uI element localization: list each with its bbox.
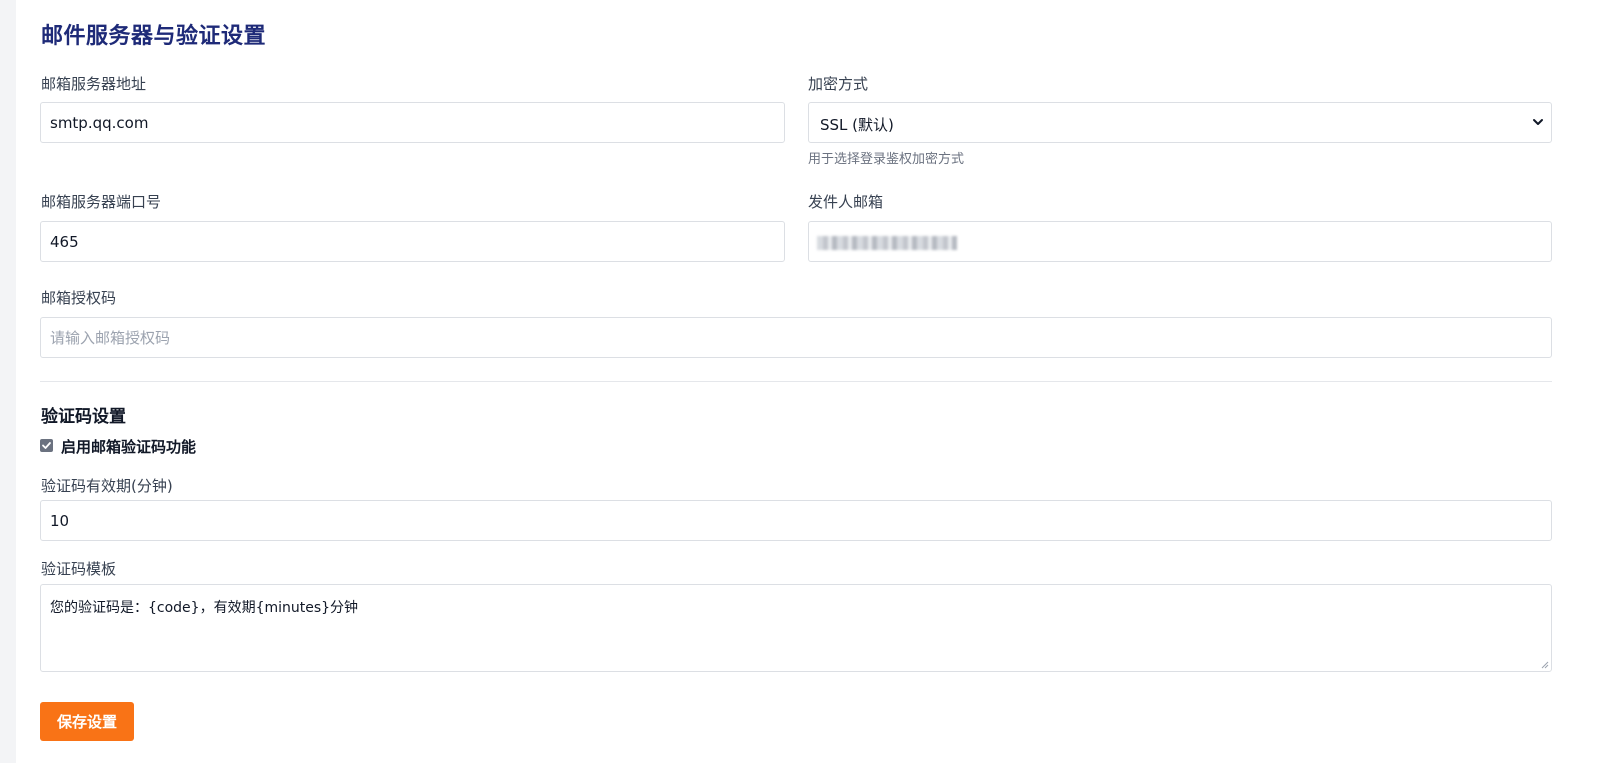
encryption-label: 加密方式 <box>808 75 869 93</box>
chevron-down-icon <box>1533 119 1543 125</box>
smtp-port-input[interactable] <box>40 221 785 262</box>
template-label: 验证码模板 <box>41 560 117 578</box>
sender-email-label: 发件人邮箱 <box>808 193 884 211</box>
enable-verification-checkbox[interactable] <box>40 439 53 452</box>
validity-input[interactable] <box>40 500 1552 541</box>
settings-panel: 邮件服务器与验证设置 邮箱服务器地址 加密方式 SSL (默认) 用于选择登录鉴… <box>16 0 1602 763</box>
smtp-host-input[interactable] <box>40 102 785 143</box>
enable-verification-label[interactable]: 启用邮箱验证码功能 <box>61 436 196 457</box>
smtp-host-label: 邮箱服务器地址 <box>41 75 147 93</box>
encryption-hint: 用于选择登录鉴权加密方式 <box>808 152 965 167</box>
section-divider <box>40 381 1552 382</box>
verification-section-title: 验证码设置 <box>41 407 126 427</box>
encryption-selected-value: SSL (默认) <box>820 116 894 134</box>
checkmark-icon <box>42 442 51 449</box>
page-title: 邮件服务器与验证设置 <box>41 24 267 49</box>
smtp-port-label: 邮箱服务器端口号 <box>41 193 162 211</box>
sender-email-input[interactable] <box>808 221 1552 262</box>
template-textarea[interactable]: 您的验证码是：{code}，有效期{minutes}分钟 <box>40 584 1552 672</box>
template-textarea-value: 您的验证码是：{code}，有效期{minutes}分钟 <box>50 600 359 616</box>
sender-email-redacted-value <box>817 236 957 250</box>
validity-label: 验证码有效期(分钟) <box>41 477 173 495</box>
auth-code-input[interactable] <box>40 317 1552 358</box>
auth-code-label: 邮箱授权码 <box>41 289 117 307</box>
save-settings-button[interactable]: 保存设置 <box>40 702 134 741</box>
encryption-select[interactable]: SSL (默认) <box>808 102 1552 143</box>
resize-grip-icon[interactable] <box>1541 661 1549 669</box>
